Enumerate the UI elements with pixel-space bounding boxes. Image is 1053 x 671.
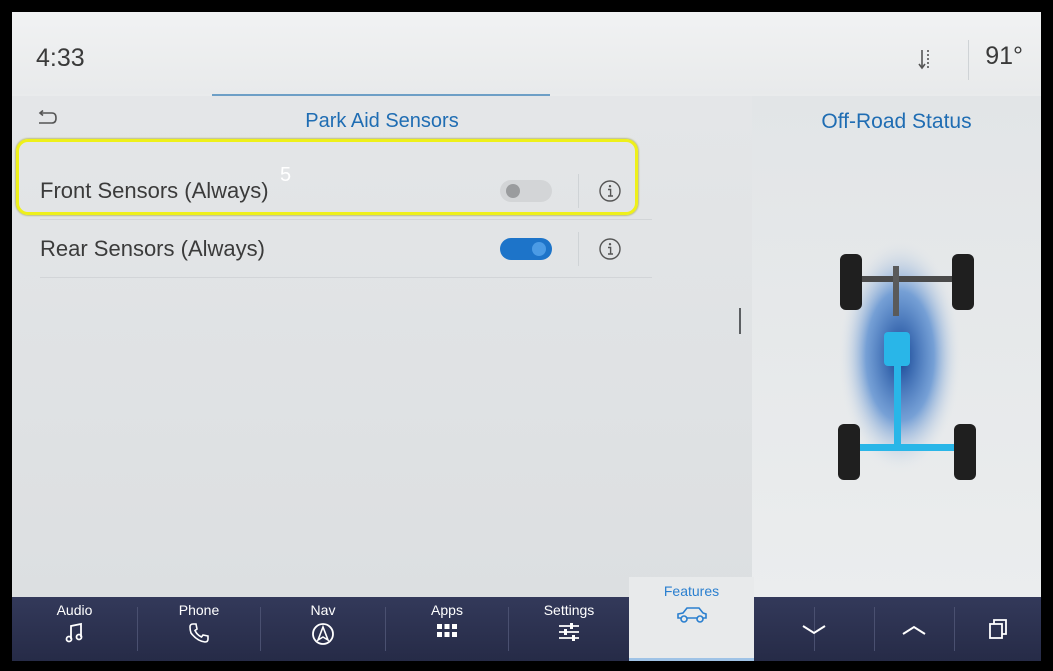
signal-icon bbox=[918, 50, 929, 70]
page-title: Park Aid Sensors bbox=[305, 110, 459, 132]
nav-features[interactable]: Features bbox=[629, 577, 754, 661]
nav-nav[interactable]: Nav bbox=[261, 597, 385, 661]
nav-label: Settings bbox=[543, 602, 595, 618]
music-note-icon bbox=[65, 622, 82, 643]
driveshaft bbox=[894, 366, 901, 444]
rear-sensors-toggle[interactable] bbox=[500, 238, 552, 260]
navigation-icon bbox=[312, 623, 334, 645]
sliders-icon bbox=[559, 623, 579, 641]
windows-button[interactable] bbox=[954, 597, 1041, 661]
scroll-down-button[interactable] bbox=[754, 597, 874, 661]
rear-sensors-row[interactable]: Rear Sensors (Always) bbox=[12, 220, 652, 278]
infotainment-screen: 4:33 91° Park Aid Sensors Front Sensors … bbox=[12, 12, 1041, 661]
rear-axle bbox=[852, 444, 964, 451]
steering-column bbox=[893, 266, 899, 316]
temperature: 91° bbox=[985, 42, 1023, 70]
row-divider bbox=[578, 232, 579, 266]
nav-apps[interactable]: Apps bbox=[386, 597, 508, 661]
phone-icon bbox=[189, 623, 209, 643]
nav-label: Nav bbox=[310, 602, 336, 618]
off-road-title: Off-Road Status bbox=[821, 110, 972, 133]
nav-label: Phone bbox=[178, 602, 220, 618]
drivetrain-diagram bbox=[838, 238, 976, 480]
nav-label: Apps bbox=[431, 602, 463, 618]
rear-left-wheel bbox=[838, 424, 860, 480]
nav-settings[interactable]: Settings bbox=[509, 597, 629, 661]
vehicle-icon bbox=[676, 607, 707, 623]
status-bar: 4:33 91° bbox=[12, 12, 1041, 94]
rear-sensors-label: Rear Sensors (Always) bbox=[40, 236, 265, 261]
rear-right-wheel bbox=[954, 424, 976, 480]
toggle-knob bbox=[532, 242, 546, 256]
info-icon[interactable] bbox=[598, 237, 622, 261]
apps-grid-icon bbox=[437, 624, 457, 637]
active-tab-indicator bbox=[629, 658, 754, 661]
front-left-wheel bbox=[840, 254, 862, 310]
nav-label: Features bbox=[663, 583, 720, 599]
transfer-case bbox=[884, 332, 910, 366]
nav-label: Audio bbox=[56, 602, 93, 618]
front-right-wheel bbox=[952, 254, 974, 310]
row-divider bbox=[40, 277, 652, 278]
off-road-panel: Off-Road Status bbox=[752, 96, 1041, 597]
status-divider bbox=[968, 40, 969, 80]
front-axle bbox=[856, 276, 962, 282]
scroll-up-button[interactable] bbox=[874, 597, 954, 661]
annotation-number: 5 bbox=[280, 164, 292, 186]
windows-icon bbox=[988, 619, 1007, 639]
clock: 4:33 bbox=[36, 44, 85, 72]
highlight-box bbox=[16, 139, 638, 215]
scrollbar[interactable] bbox=[739, 308, 741, 334]
nav-phone[interactable]: Phone bbox=[138, 597, 260, 661]
chevron-down-icon bbox=[802, 625, 826, 635]
nav-audio[interactable]: Audio bbox=[12, 597, 137, 661]
bottom-nav: Audio Phone Nav Apps Settings bbox=[12, 597, 1041, 661]
chevron-up-icon bbox=[902, 625, 926, 635]
